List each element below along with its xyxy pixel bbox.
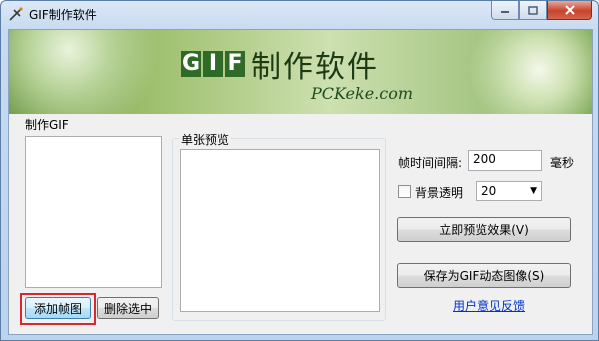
banner: G I F 制作软件 PCKeke.com — [9, 30, 592, 114]
close-button[interactable] — [547, 1, 592, 20]
add-frame-button[interactable]: 添加帧图 — [25, 297, 91, 319]
window-title: GIF制作软件 — [29, 8, 97, 22]
logo-letter-i: I — [203, 51, 223, 77]
caption-buttons — [491, 1, 592, 20]
frame-list[interactable] — [25, 136, 162, 288]
save-gif-button[interactable]: 保存为GIF动态图像(S) — [397, 263, 571, 288]
transparent-select-value: 20 — [481, 184, 497, 198]
close-icon — [564, 5, 575, 15]
transparent-select[interactable]: 20 ▼ — [476, 181, 542, 201]
banner-title: 制作软件 — [251, 50, 379, 85]
app-window: GIF制作软件 G I F 制作软件 PCKeke.com 制作GIF 添加帧图… — [0, 0, 599, 341]
preview-effect-button[interactable]: 立即预览效果(V) — [397, 217, 571, 242]
minimize-icon — [501, 11, 509, 13]
title-bar[interactable]: GIF制作软件 — [1, 1, 598, 27]
preview-pane — [180, 149, 380, 312]
logo-letter-g: G — [181, 51, 201, 77]
banner-subtitle: PCKeke.com — [311, 84, 414, 103]
minimize-button[interactable] — [491, 1, 519, 20]
interval-input[interactable]: 200 — [468, 150, 542, 171]
chevron-down-icon: ▼ — [530, 186, 537, 196]
maximize-button[interactable] — [519, 1, 547, 20]
logo-letter-f: F — [225, 51, 245, 77]
banner-logo: G I F 制作软件 — [181, 42, 379, 86]
maximize-icon — [528, 5, 538, 15]
client-area: G I F 制作软件 PCKeke.com 制作GIF 添加帧图 删除选中 单张… — [8, 29, 593, 335]
interval-unit: 毫秒 — [550, 156, 575, 170]
preview-group-label: 单张预览 — [179, 131, 232, 148]
interval-label: 帧时间间隔: — [398, 156, 463, 170]
make-gif-group-label: 制作GIF — [23, 116, 71, 133]
delete-selected-button[interactable]: 删除选中 — [97, 297, 159, 319]
feedback-link[interactable]: 用户意见反馈 — [453, 297, 525, 314]
app-icon — [9, 7, 23, 21]
transparent-label: 背景透明 — [415, 186, 464, 200]
transparent-checkbox[interactable] — [398, 185, 411, 198]
